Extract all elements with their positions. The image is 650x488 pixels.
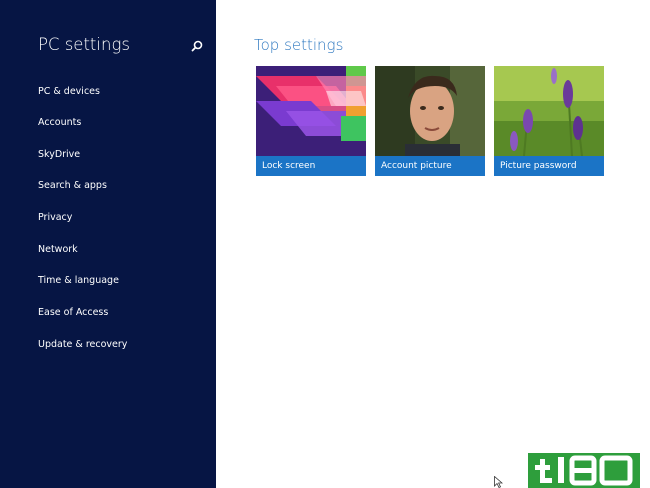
sidebar-item-label: Ease of Access [38,307,109,318]
tile-lock-screen[interactable]: Lock screen [256,66,366,176]
sidebar-item-time-language[interactable]: Time & language [0,269,216,295]
account-picture-thumbnail [375,66,485,156]
sidebar-item-label: Network [38,244,78,255]
search-icon [191,40,203,52]
lock-screen-thumbnail [256,66,366,156]
search-button[interactable] [190,38,204,52]
watermark-logo: tl80 [528,453,640,488]
sidebar-item-network[interactable]: Network [0,238,216,264]
sidebar-title: PC settings [38,35,130,54]
tile-picture-password[interactable]: Picture password [494,66,604,176]
sidebar: PC settings PC & devices Accounts SkyDri… [0,0,216,488]
tile-caption: Lock screen [256,156,366,176]
tile-caption: Picture password [494,156,604,176]
sidebar-item-label: PC & devices [38,86,100,97]
sidebar-item-label: Update & recovery [38,339,128,350]
sidebar-item-pc-devices[interactable]: PC & devices [0,80,216,106]
tile-account-picture[interactable]: Account picture [375,66,485,176]
sidebar-item-accounts[interactable]: Accounts [0,111,216,137]
page-title: Top settings [254,36,344,54]
tile-label: Account picture [381,161,452,171]
tile-caption: Account picture [375,156,485,176]
sidebar-item-privacy[interactable]: Privacy [0,206,216,232]
sidebar-item-label: Privacy [38,212,73,223]
sidebar-item-ease-of-access[interactable]: Ease of Access [0,301,216,327]
sidebar-item-label: Time & language [38,275,119,286]
tile-label: Picture password [500,161,577,171]
mouse-cursor-icon [494,476,503,488]
picture-password-thumbnail [494,66,604,156]
sidebar-item-label: SkyDrive [38,149,81,160]
sidebar-item-search-apps[interactable]: Search & apps [0,174,216,200]
sidebar-item-update-recovery[interactable]: Update & recovery [0,333,216,359]
sidebar-item-skydrive[interactable]: SkyDrive [0,143,216,169]
sidebar-item-label: Search & apps [38,180,107,191]
tile-label: Lock screen [262,161,316,171]
sidebar-item-label: Accounts [38,117,82,128]
